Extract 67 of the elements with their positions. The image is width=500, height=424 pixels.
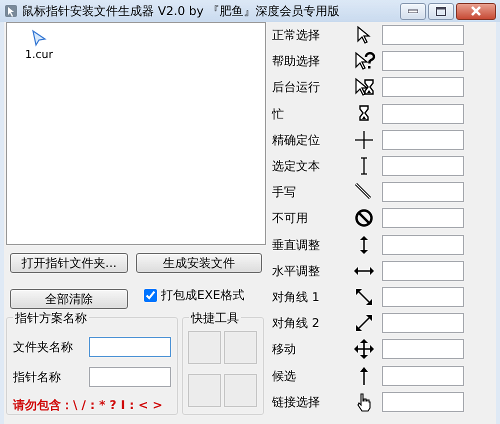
cursor-file-field[interactable] bbox=[382, 339, 464, 360]
cursor-file-field[interactable] bbox=[382, 313, 464, 334]
cursor-label: 对角线 1 bbox=[272, 288, 320, 306]
cursor-file-field[interactable] bbox=[382, 366, 464, 386]
cursor-file-field[interactable] bbox=[382, 51, 464, 72]
cursor-file-field[interactable] bbox=[382, 104, 464, 124]
unavailable-icon bbox=[354, 208, 374, 228]
group-title: 指针方案名称 bbox=[13, 309, 89, 327]
maximize-icon bbox=[436, 6, 446, 16]
field-label: 指针名称 bbox=[13, 369, 61, 386]
minimize-icon bbox=[408, 9, 418, 13]
clear-all-button[interactable]: 全部清除 bbox=[10, 289, 128, 309]
tool-button[interactable] bbox=[188, 374, 221, 407]
cursor-label: 水平调整 bbox=[272, 262, 321, 280]
hand-cursor-icon bbox=[355, 392, 373, 412]
cursor-file-icon bbox=[30, 29, 48, 47]
app-icon bbox=[4, 4, 18, 18]
cursor-label: 候选 bbox=[272, 368, 297, 385]
pack-exe-label: 打包成EXE格式 bbox=[161, 287, 244, 304]
warning-text: 请勿包含：\ / : * ? I : < > bbox=[13, 397, 164, 414]
close-button[interactable] bbox=[456, 2, 496, 20]
cursor-file-field[interactable] bbox=[382, 208, 464, 228]
cursor-label: 手写 bbox=[272, 184, 297, 202]
group-title: 快捷工具 bbox=[189, 309, 241, 327]
field-label: 文件夹名称 bbox=[13, 339, 73, 356]
file-item[interactable]: 1.cur bbox=[17, 29, 61, 64]
cursor-file-field[interactable] bbox=[382, 234, 464, 255]
cursor-file-field[interactable] bbox=[382, 130, 464, 150]
text-field[interactable] bbox=[89, 367, 171, 387]
pack-exe-checkbox[interactable] bbox=[144, 288, 157, 302]
cursor-label: 帮助选择 bbox=[272, 53, 321, 70]
close-icon bbox=[470, 6, 482, 16]
cursor-file-field[interactable] bbox=[382, 182, 464, 202]
cursor-label: 选定文本 bbox=[272, 158, 321, 176]
up-arrow-icon bbox=[359, 366, 369, 386]
cursor-label: 垂直调整 bbox=[272, 236, 321, 254]
cursor-label: 链接选择 bbox=[272, 394, 321, 411]
tool-button[interactable] bbox=[224, 331, 257, 364]
cursor-file-field[interactable] bbox=[382, 156, 464, 176]
text-field[interactable] bbox=[89, 337, 171, 357]
cursor-label: 精确定位 bbox=[272, 132, 321, 149]
generate-button[interactable]: 生成安装文件 bbox=[136, 253, 262, 273]
cursor-label: 移动 bbox=[272, 341, 297, 358]
cursor-file-field[interactable] bbox=[382, 260, 464, 281]
text-cursor-icon bbox=[359, 156, 369, 176]
open-folder-button[interactable]: 打开指针文件夹... bbox=[10, 253, 128, 273]
window-title: 鼠标指针安装文件生成器 V2.0 by 『肥鱼』深度会员专用版 bbox=[22, 3, 340, 20]
cursor-file-field[interactable] bbox=[382, 392, 464, 412]
maximize-button[interactable] bbox=[428, 2, 454, 20]
file-list[interactable]: 1.cur bbox=[6, 22, 266, 245]
cursor-label: 对角线 2 bbox=[272, 315, 320, 332]
cursor-file-field[interactable] bbox=[382, 25, 464, 46]
crosshair-icon bbox=[354, 130, 374, 150]
cursor-file-field[interactable] bbox=[382, 77, 464, 98]
diagonal-resize-icon bbox=[355, 288, 373, 306]
tool-button[interactable] bbox=[224, 374, 257, 407]
cursor-label: 不可用 bbox=[272, 210, 309, 228]
vertical-resize-icon bbox=[359, 234, 369, 255]
horizontal-resize-icon bbox=[353, 266, 375, 276]
cursor-label: 忙 bbox=[272, 106, 285, 123]
cursor-file-field[interactable] bbox=[382, 286, 464, 307]
minimize-button[interactable] bbox=[400, 2, 426, 20]
diagonal-resize-icon bbox=[355, 314, 373, 332]
cursor-label: 正常选择 bbox=[272, 27, 321, 44]
move-cursor-icon bbox=[353, 338, 375, 360]
cursor-label: 后台运行 bbox=[272, 79, 321, 96]
tool-button[interactable] bbox=[188, 331, 221, 364]
